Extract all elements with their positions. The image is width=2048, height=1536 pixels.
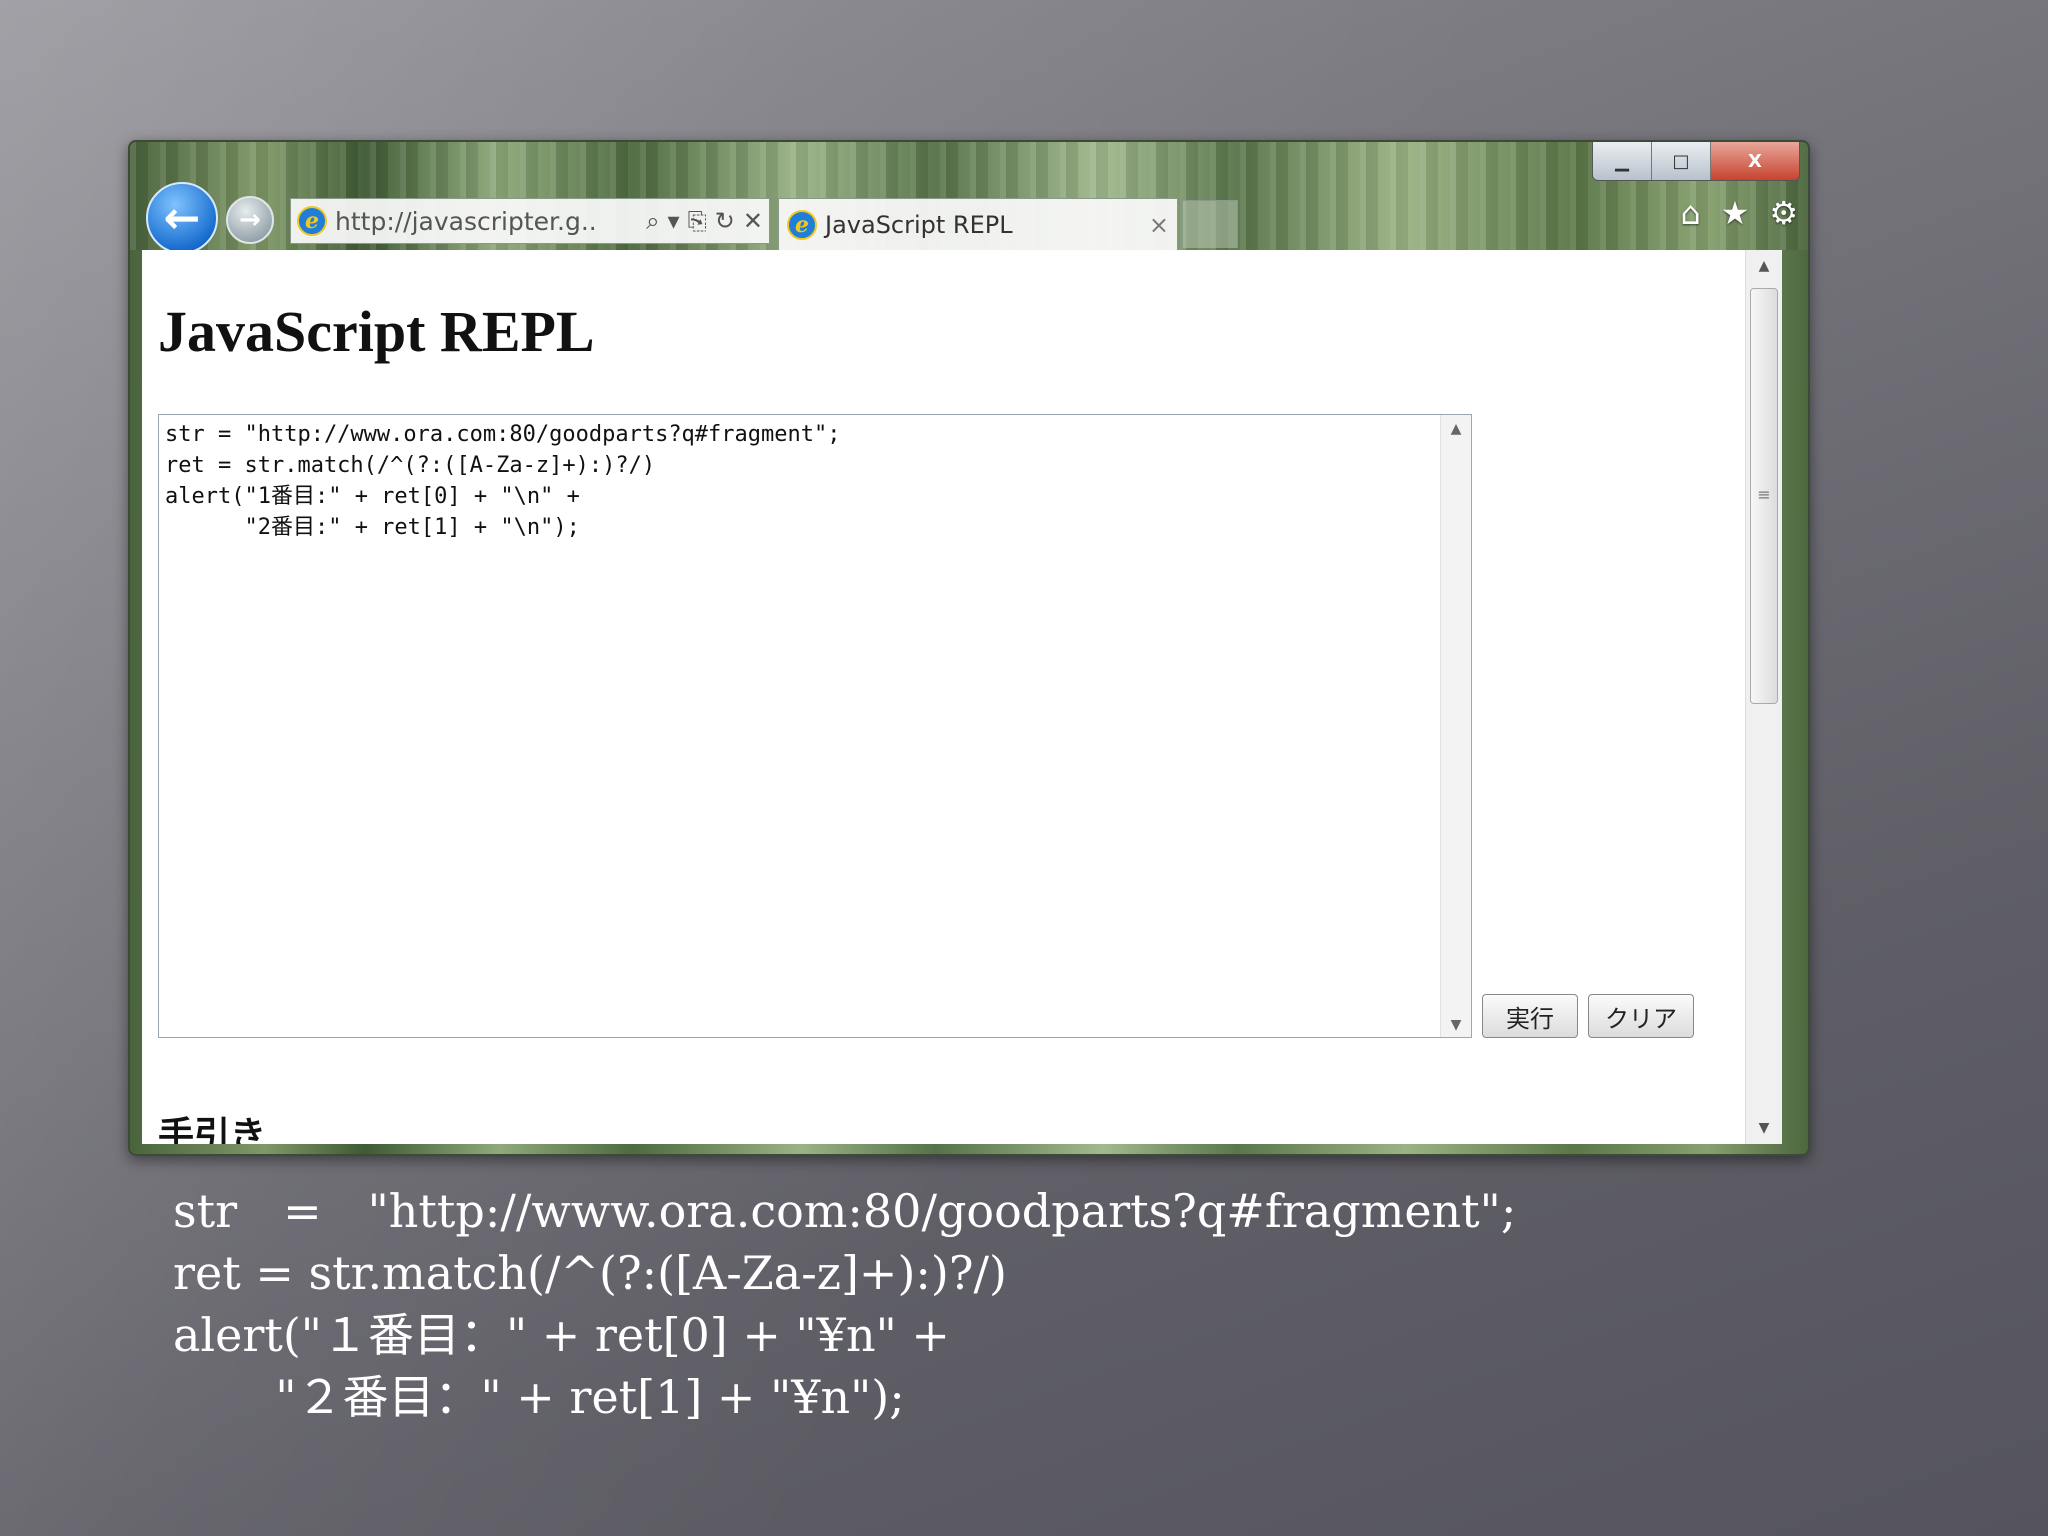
run-button[interactable]: 実行 [1482, 994, 1578, 1038]
tab-title: JavaScript REPL [825, 210, 1013, 239]
scroll-grip-icon: ≡ [1757, 485, 1771, 504]
tab-close-icon[interactable]: × [1149, 211, 1169, 239]
maximize-button[interactable]: □ [1652, 142, 1711, 180]
clear-button[interactable]: クリア [1588, 994, 1694, 1038]
page-scroll-up-icon[interactable]: ▲ [1746, 258, 1782, 274]
page-content: JavaScript REPL str = "http://www.ora.co… [142, 250, 1782, 1144]
slide-code-caption: str = "http://www.ora.com:80/goodparts?q… [173, 1184, 1517, 1424]
ie-logo-icon: e [297, 206, 327, 236]
stop-icon[interactable]: ✕ [743, 207, 763, 235]
back-arrow-icon: ← [163, 192, 201, 244]
tab-javascript-repl[interactable]: e JavaScript REPL × [778, 198, 1178, 250]
favorites-star-icon[interactable]: ★ [1721, 194, 1750, 232]
address-bar[interactable]: e http://javascripter.g.. ⌕ ▾ ⎘ ↻ ✕ [290, 198, 770, 244]
home-icon[interactable]: ⌂ [1680, 194, 1700, 232]
section-heading-guide: 手引き [158, 1115, 267, 1144]
textarea-scroll-down-icon[interactable]: ▼ [1441, 1017, 1471, 1033]
page-title: JavaScript REPL [158, 299, 595, 364]
textarea-scroll-up-icon[interactable]: ▲ [1441, 421, 1471, 437]
page-scroll-down-icon[interactable]: ▼ [1746, 1120, 1782, 1136]
forward-button[interactable]: → [226, 196, 274, 244]
toolbar-icons: ⌂ ★ ⚙ [1680, 194, 1798, 232]
tools-gear-icon[interactable]: ⚙ [1769, 194, 1798, 232]
dropdown-icon[interactable]: ▾ [668, 207, 680, 235]
page-scroll-thumb[interactable]: ≡ [1750, 288, 1778, 704]
forward-arrow-icon: → [239, 205, 261, 235]
refresh-icon[interactable]: ↻ [715, 207, 735, 235]
page-scrollbar[interactable]: ▲ ≡ ▼ [1745, 250, 1782, 1144]
window-controls: ▁ □ X [1592, 142, 1800, 181]
tab-page-icon: e [787, 209, 817, 240]
minimize-button[interactable]: ▁ [1593, 142, 1652, 180]
new-tab-button[interactable] [1182, 200, 1238, 248]
textarea-scrollbar[interactable]: ▲ ▼ [1440, 415, 1471, 1037]
close-window-button[interactable]: X [1711, 142, 1799, 180]
browser-window: ▁ □ X ← → e http://javascripter.g.. ⌕ ▾ … [128, 140, 1810, 1156]
back-button[interactable]: ← [146, 182, 218, 254]
code-text[interactable]: str = "http://www.ora.com:80/goodparts?q… [165, 419, 1435, 543]
url-field[interactable]: http://javascripter.g.. [335, 207, 638, 236]
code-textarea[interactable]: str = "http://www.ora.com:80/goodparts?q… [158, 414, 1472, 1038]
compatibility-view-icon[interactable]: ⎘ [688, 207, 707, 235]
search-icon[interactable]: ⌕ [646, 207, 659, 235]
